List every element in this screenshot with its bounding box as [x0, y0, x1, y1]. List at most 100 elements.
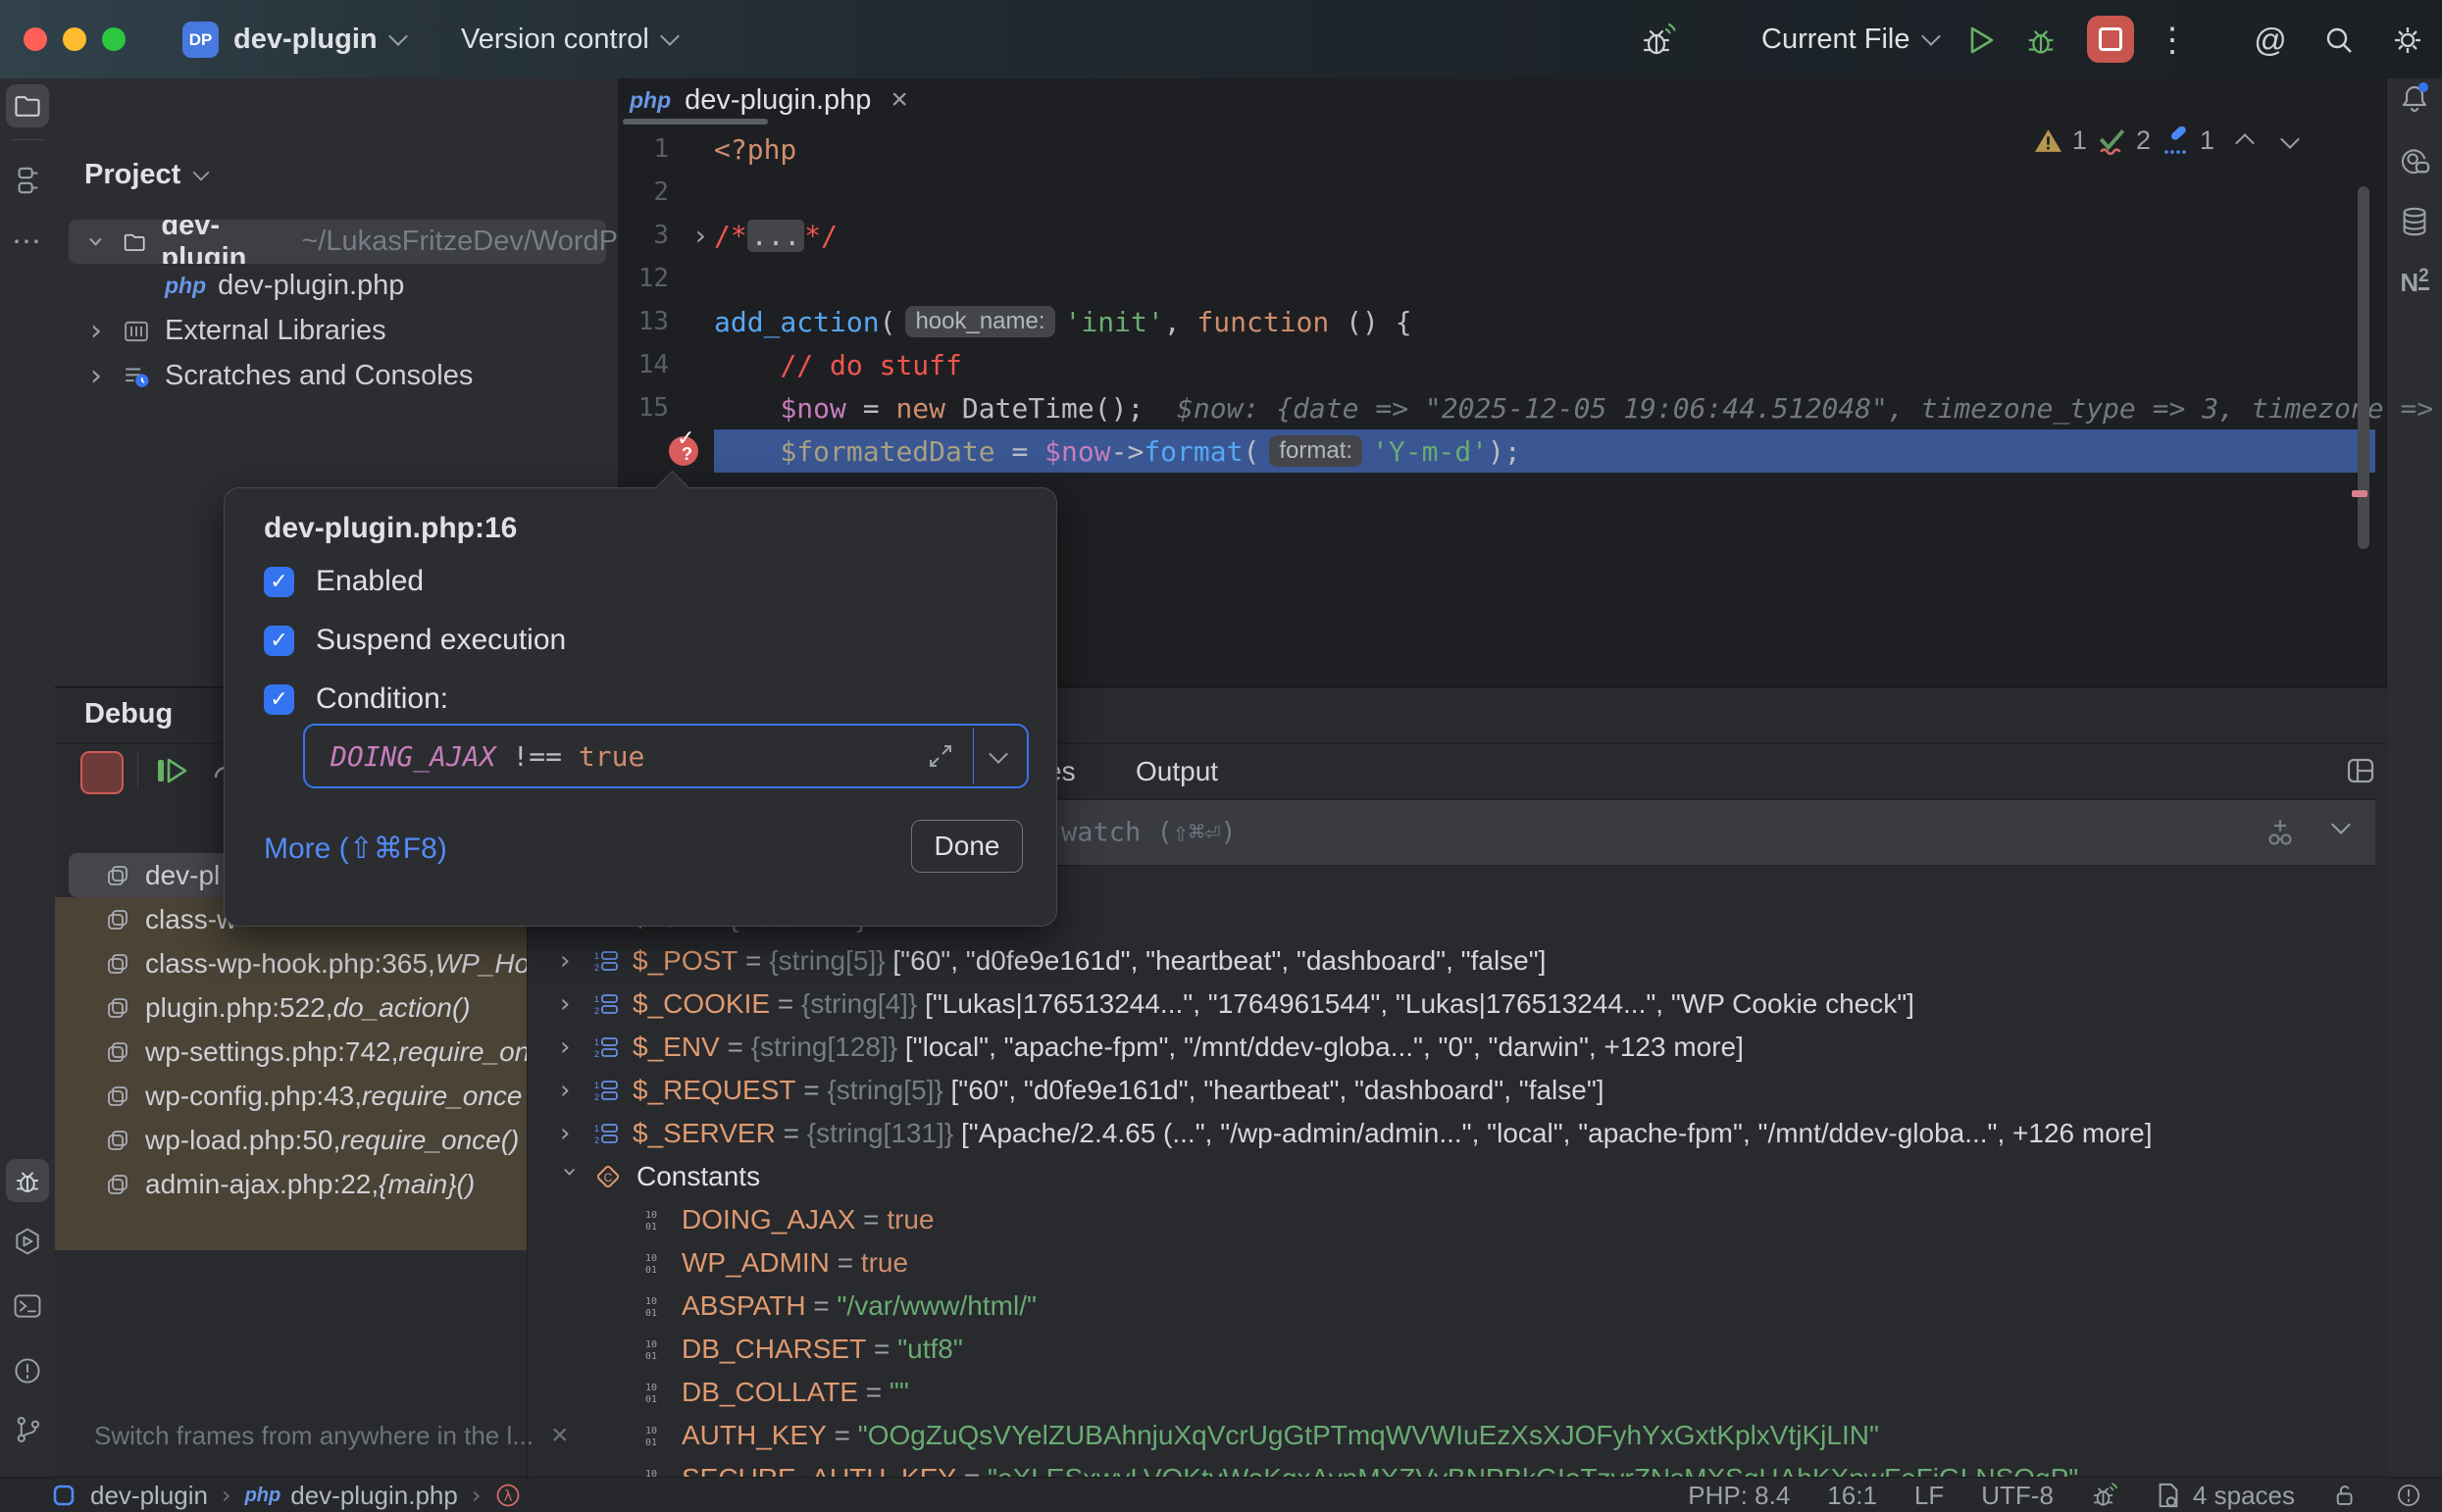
done-button[interactable]: Done: [911, 820, 1023, 873]
gutter[interactable]: 3›: [618, 214, 714, 257]
checkbox-checked-icon[interactable]: ✓: [264, 684, 294, 715]
gutter[interactable]: 15: [618, 386, 714, 429]
notebooks-icon[interactable]: N2: [2397, 265, 2432, 300]
gutter[interactable]: 2: [618, 171, 714, 214]
tree-item-file[interactable]: php dev-plugin.php: [55, 264, 618, 308]
chevron-collapsed-icon[interactable]: ›: [90, 359, 102, 393]
frame-row[interactable]: wp-load.php:50, require_once(): [55, 1118, 527, 1162]
tool-structure-button[interactable]: [10, 163, 45, 198]
breadcrumb-project[interactable]: dev-plugin: [90, 1481, 208, 1511]
code-line[interactable]: 1<?php: [618, 127, 2375, 171]
indent-config[interactable]: 4 spaces: [2156, 1481, 2295, 1511]
ai-chat-icon[interactable]: [2397, 143, 2432, 178]
breadcrumb-file[interactable]: dev-plugin.php: [290, 1481, 458, 1511]
add-watch-icon[interactable]: [2264, 816, 2297, 849]
debug-listener-icon[interactable]: [1640, 22, 1677, 59]
tool-more-button[interactable]: ⋯: [10, 224, 45, 259]
run-config-selector[interactable]: Current File: [1761, 0, 1938, 78]
constant-row[interactable]: 1001AUTH_KEY = "OOgZuQsVYelZUBAhnjuXqVcr…: [527, 1414, 2375, 1457]
constant-row[interactable]: 1001DB_COLLATE = "": [527, 1371, 2375, 1414]
variable-row[interactable]: ›12$_COOKIE = {string[4]} ["Lukas|176513…: [527, 983, 2375, 1026]
tool-services-button[interactable]: [10, 1224, 45, 1259]
maximize-window-button[interactable]: [102, 27, 126, 51]
variable-row[interactable]: ›12$_POST = {string[5]} ["60", "d0fe9e16…: [527, 939, 2375, 983]
code-line[interactable]: 15 $now = new DateTime(); $now: {date =>…: [618, 386, 2375, 429]
settings-gear-icon[interactable]: [2389, 22, 2426, 59]
chevron-collapsed-icon[interactable]: ›: [560, 1076, 580, 1105]
conditional-breakpoint-icon[interactable]: ✓?: [669, 436, 698, 466]
encoding[interactable]: UTF-8: [1981, 1481, 2054, 1511]
close-hint-icon[interactable]: ×: [551, 1419, 569, 1452]
php-version[interactable]: PHP: 8.4: [1688, 1481, 1790, 1511]
constant-row[interactable]: 1001DB_CHARSET = "utf8": [527, 1328, 2375, 1371]
constant-row[interactable]: 1001DOING_AJAX = true: [527, 1198, 2375, 1241]
checkbox-checked-icon[interactable]: ✓: [264, 626, 294, 656]
chevron-collapsed-icon[interactable]: ›: [560, 1033, 580, 1062]
chevron-expanded-icon[interactable]: ›: [79, 236, 114, 248]
condition-checkbox-row[interactable]: ✓ Condition:: [264, 682, 448, 716]
chevron-collapsed-icon[interactable]: ›: [560, 1119, 580, 1148]
frame-row[interactable]: plugin.php:522, do_action(): [55, 985, 527, 1030]
close-tab-icon[interactable]: ×: [890, 83, 908, 117]
project-menu[interactable]: dev-plugin: [233, 0, 405, 78]
code-line[interactable]: ✓? $formatedDate = $now->format(format:'…: [618, 429, 2375, 473]
run-button[interactable]: [1961, 22, 1999, 59]
frame-row[interactable]: wp-settings.php:742, require_on: [55, 1030, 527, 1074]
constants-group-row[interactable]: ›CConstants: [527, 1155, 2375, 1198]
gutter[interactable]: 1: [618, 127, 714, 171]
database-icon[interactable]: [2397, 204, 2432, 239]
more-link[interactable]: More (⇧⌘F8): [264, 832, 447, 866]
history-chevron-icon[interactable]: [989, 744, 1008, 764]
unlock-icon[interactable]: [2332, 1482, 2358, 1509]
chevron-collapsed-icon[interactable]: ›: [560, 946, 580, 976]
layout-settings-icon[interactable]: [2344, 754, 2377, 787]
code-line[interactable]: 3›/*...*/: [618, 214, 2375, 257]
close-window-button[interactable]: [24, 27, 47, 51]
search-icon[interactable]: [2320, 22, 2358, 59]
code-line[interactable]: 12: [618, 257, 2375, 300]
suspend-checkbox-row[interactable]: ✓ Suspend execution: [264, 624, 566, 657]
notifications-bell-icon[interactable]: [2397, 80, 2432, 116]
tree-item-external-libraries[interactable]: › External Libraries: [55, 309, 618, 353]
constant-row[interactable]: 1001ABSPATH = "/var/www/html/": [527, 1285, 2375, 1328]
checkbox-checked-icon[interactable]: ✓: [264, 567, 294, 597]
fold-icon[interactable]: ›: [695, 220, 706, 252]
editor-tab[interactable]: php dev-plugin.php ×: [630, 78, 908, 122]
stop-button[interactable]: [2087, 16, 2134, 63]
tool-git-button[interactable]: [10, 1412, 45, 1447]
tab-output[interactable]: Output: [1136, 756, 1218, 787]
minimize-window-button[interactable]: [63, 27, 86, 51]
tool-terminal-button[interactable]: [10, 1288, 45, 1324]
gutter[interactable]: 14: [618, 343, 714, 386]
tree-item-root[interactable]: › dev-plugin ~/LukasFritzeDev/WordP: [55, 220, 618, 264]
caret-position[interactable]: 16:1: [1827, 1481, 1877, 1511]
tool-debug-button[interactable]: [6, 1159, 49, 1202]
gutter[interactable]: 12: [618, 257, 714, 300]
constant-row[interactable]: 1001WP_ADMIN = true: [527, 1241, 2375, 1285]
debug-tab-label[interactable]: Debug: [84, 698, 173, 731]
chevron-collapsed-icon[interactable]: ›: [90, 314, 102, 348]
debug-listener-icon[interactable]: [2091, 1482, 2118, 1509]
code-line[interactable]: 2: [618, 171, 2375, 214]
debug-button[interactable]: [2022, 22, 2060, 59]
tree-item-scratches[interactable]: › Scratches and Consoles: [55, 354, 618, 398]
project-panel-header[interactable]: Project: [84, 159, 208, 191]
variable-row[interactable]: ›12$_ENV = {string[128]} ["local", "apac…: [527, 1026, 2375, 1069]
gutter[interactable]: 13: [618, 300, 714, 343]
chevron-down-icon[interactable]: [2331, 815, 2351, 834]
stop-process-button[interactable]: [80, 751, 124, 794]
editor-scrollbar[interactable]: [2358, 186, 2369, 637]
ai-assistant-icon[interactable]: @: [2252, 22, 2289, 59]
condition-input[interactable]: DOING_AJAX !== true: [303, 724, 1029, 788]
frame-row[interactable]: class-wp-hook.php:365, WP_Ho: [55, 941, 527, 985]
resume-button[interactable]: [151, 751, 190, 790]
frame-row[interactable]: wp-config.php:43, require_once: [55, 1074, 527, 1118]
variable-row[interactable]: ›12$_REQUEST = {string[5]} ["60", "d0fe9…: [527, 1069, 2375, 1112]
gutter[interactable]: ✓?: [618, 429, 714, 473]
tool-problems-button[interactable]: [10, 1353, 45, 1388]
code-line[interactable]: 13add_action(hook_name:'init', function …: [618, 300, 2375, 343]
more-actions-button[interactable]: ⋮: [2154, 22, 2191, 59]
variable-row[interactable]: ›12$_SERVER = {string[131]} ["Apache/2.4…: [527, 1112, 2375, 1155]
enabled-checkbox-row[interactable]: ✓ Enabled: [264, 565, 424, 598]
frame-row[interactable]: admin-ajax.php:22, {main}(): [55, 1162, 527, 1206]
